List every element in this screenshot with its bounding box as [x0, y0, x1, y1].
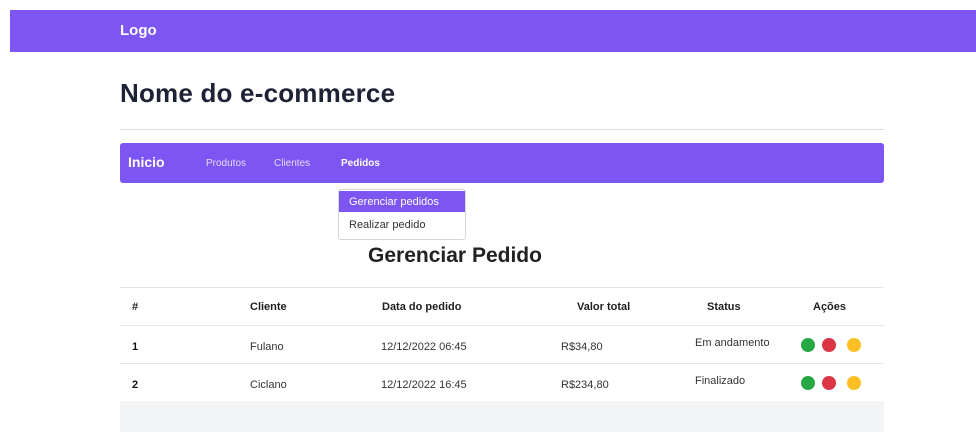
- table-footer-band: [120, 401, 884, 432]
- site-title: Nome do e-commerce: [120, 78, 396, 108]
- yellow-action-icon[interactable]: [847, 338, 861, 352]
- green-action-icon[interactable]: [801, 338, 815, 352]
- cell-id: 1: [132, 341, 139, 353]
- column-header-data: Data do pedido: [382, 301, 462, 313]
- column-header-status: Status: [707, 301, 741, 313]
- divider: [120, 129, 884, 130]
- cell-data: 12/12/2022 16:45: [381, 379, 467, 391]
- dropdown-item-gerenciar-pedidos[interactable]: Gerenciar pedidos: [339, 191, 465, 212]
- column-header-valor: Valor total: [577, 301, 631, 313]
- cell-id: 2: [132, 379, 139, 391]
- logo[interactable]: Logo: [120, 22, 157, 39]
- orders-table: # Cliente Data do pedido Valor total Sta…: [120, 287, 884, 401]
- table-row: 1 Fulano 12/12/2022 06:45 R$34,80 Em and…: [120, 325, 884, 363]
- column-header-cliente: Cliente: [250, 301, 287, 313]
- nav-brand-inicio[interactable]: Inicio: [128, 154, 165, 170]
- dropdown-item-realizar-pedido[interactable]: Realizar pedido: [339, 214, 465, 235]
- top-header-bar: Logo: [10, 10, 976, 52]
- red-action-icon[interactable]: [822, 338, 836, 352]
- cell-valor: R$234,80: [561, 379, 609, 391]
- cell-status: Em andamento: [695, 337, 770, 349]
- nav-link-produtos[interactable]: Produtos: [206, 158, 246, 169]
- nav-link-pedidos[interactable]: Pedidos: [341, 158, 380, 169]
- page-heading: Gerenciar Pedido: [368, 244, 542, 267]
- cell-cliente: Fulano: [250, 341, 284, 353]
- pedidos-dropdown-menu: Gerenciar pedidos Realizar pedido: [338, 189, 466, 240]
- main-navbar: Inicio Produtos Clientes Pedidos: [120, 143, 884, 183]
- yellow-action-icon[interactable]: [847, 376, 861, 390]
- cell-valor: R$34,80: [561, 341, 603, 353]
- column-header-id: #: [132, 301, 139, 313]
- table-header-row: # Cliente Data do pedido Valor total Sta…: [120, 287, 884, 325]
- red-action-icon[interactable]: [822, 376, 836, 390]
- table-row: 2 Ciclano 12/12/2022 16:45 R$234,80 Fina…: [120, 363, 884, 401]
- green-action-icon[interactable]: [801, 376, 815, 390]
- nav-link-clientes[interactable]: Clientes: [274, 158, 310, 169]
- cell-cliente: Ciclano: [250, 379, 287, 391]
- cell-status: Finalizado: [695, 375, 746, 387]
- cell-data: 12/12/2022 06:45: [381, 341, 467, 353]
- column-header-acoes: Ações: [813, 301, 847, 313]
